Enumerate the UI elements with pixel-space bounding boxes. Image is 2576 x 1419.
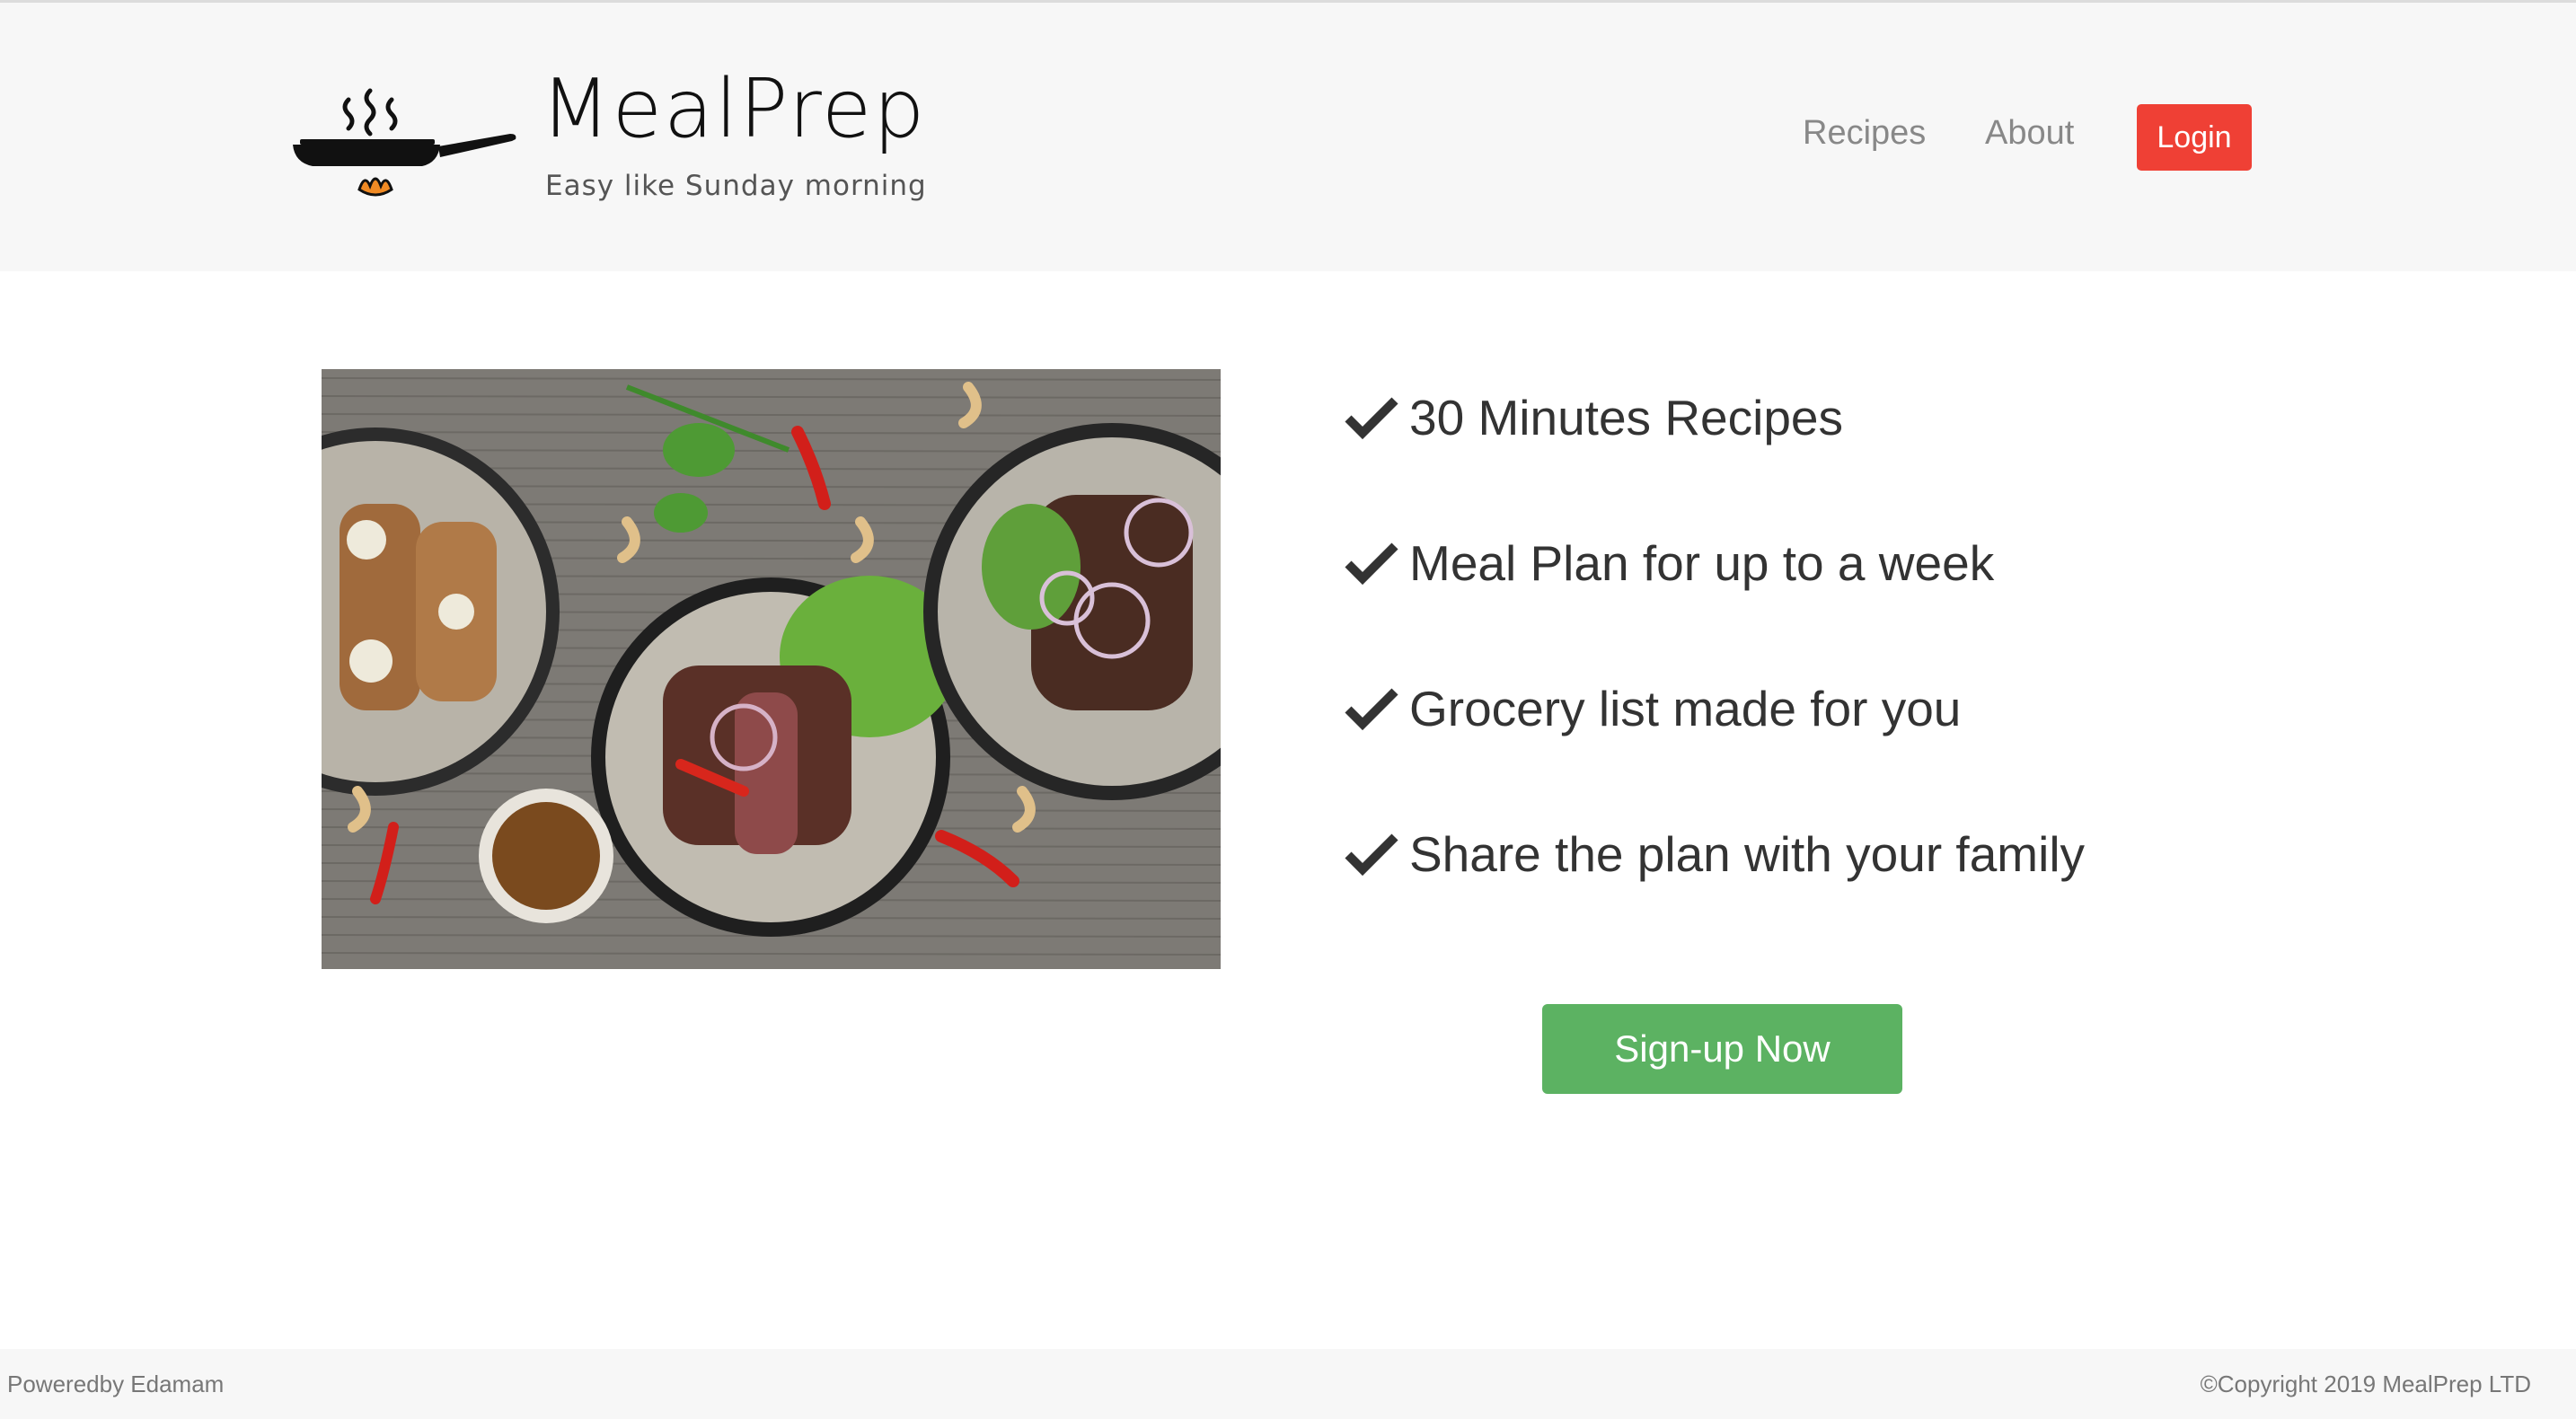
frying-pan-icon[interactable]	[287, 84, 521, 209]
powered-by-text: Poweredby Edamam	[7, 1371, 225, 1397]
feature-text: Meal Plan for up to a week	[1409, 535, 1995, 591]
feature-item: Share the plan with your family	[1345, 814, 2243, 895]
checkmark-icon	[1345, 397, 1398, 440]
checkmark-icon	[1345, 688, 1398, 731]
feature-item: Meal Plan for up to a week	[1345, 523, 2243, 604]
feature-text: Grocery list made for you	[1409, 681, 1962, 736]
feature-list: 30 Minutes Recipes Meal Plan for up to a…	[1345, 377, 2243, 959]
site-footer: Poweredby Edamam ©Copyright 2019 MealPre…	[0, 1349, 2576, 1419]
login-button[interactable]: Login	[2137, 104, 2252, 171]
feature-item: 30 Minutes Recipes	[1345, 377, 2243, 458]
site-header: MealPrep Easy like Sunday morning Recipe…	[0, 3, 2576, 271]
checkmark-icon	[1345, 833, 1398, 877]
feature-item: Grocery list made for you	[1345, 668, 2243, 749]
nav-link-about[interactable]: About	[1985, 114, 2074, 153]
copyright-text: ©Copyright 2019 MealPrep LTD	[2200, 1371, 2531, 1397]
food-photo	[322, 369, 1221, 969]
brand-title[interactable]: MealPrep	[541, 69, 926, 150]
signup-button[interactable]: Sign-up Now	[1542, 1004, 1902, 1094]
brand-tagline: Easy like Sunday morning	[545, 170, 927, 202]
feature-text: 30 Minutes Recipes	[1409, 390, 1844, 445]
checkmark-icon	[1345, 542, 1398, 586]
feature-text: Share the plan with your family	[1409, 826, 2086, 882]
nav-link-recipes[interactable]: Recipes	[1803, 114, 1926, 153]
